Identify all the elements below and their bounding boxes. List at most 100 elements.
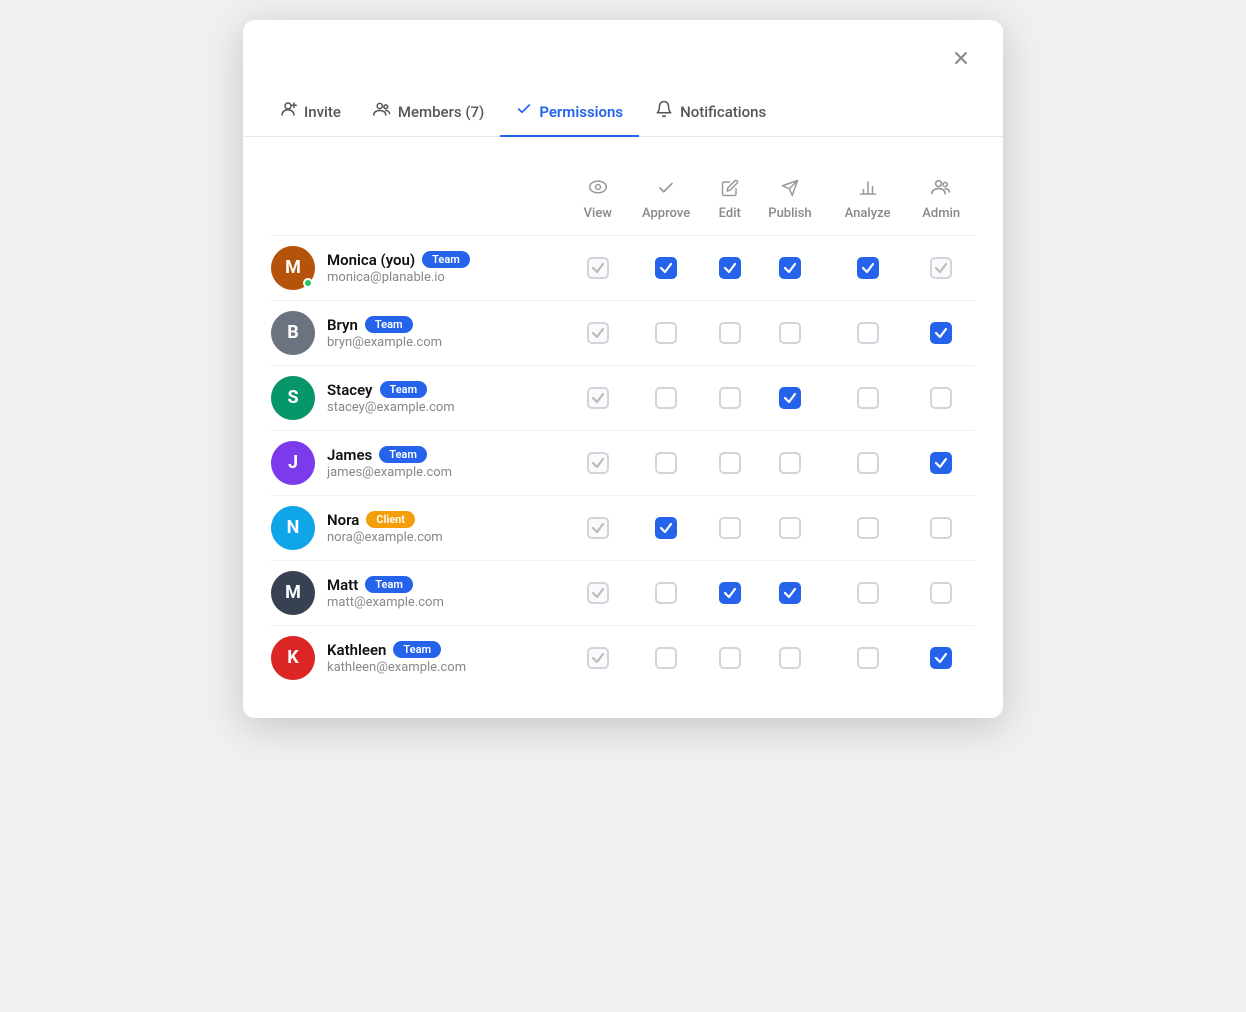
checkbox-approve[interactable] bbox=[655, 647, 677, 669]
checkbox-admin[interactable] bbox=[930, 517, 952, 539]
perm-cell-edit-1 bbox=[708, 300, 753, 365]
checkbox-admin[interactable] bbox=[930, 582, 952, 604]
col-header-admin: Admin bbox=[907, 169, 975, 236]
user-name: Monica (you) bbox=[327, 251, 415, 269]
user-details: Kathleen Team kathleen@example.com bbox=[327, 641, 466, 675]
perm-cell-publish-6 bbox=[752, 625, 828, 690]
user-name: Matt bbox=[327, 576, 358, 594]
checkbox-view bbox=[587, 257, 609, 279]
user-details: Bryn Team bryn@example.com bbox=[327, 316, 442, 350]
avatar: M bbox=[271, 246, 315, 290]
avatar-bg: N bbox=[271, 506, 315, 550]
checkbox-approve[interactable] bbox=[655, 452, 677, 474]
perm-cell-publish-2 bbox=[752, 365, 828, 430]
user-name: James bbox=[327, 446, 372, 464]
checkbox-view bbox=[587, 322, 609, 344]
checkbox-approve[interactable] bbox=[655, 387, 677, 409]
tab-label-invite: Invite bbox=[304, 103, 341, 121]
perm-cell-admin-1 bbox=[907, 300, 975, 365]
user-info-cell: S Stacey Team stacey@example.com bbox=[271, 376, 567, 420]
checkbox-analyze[interactable] bbox=[857, 517, 879, 539]
checkbox-approve[interactable] bbox=[655, 582, 677, 604]
avatar: N bbox=[271, 506, 315, 550]
checkbox-publish[interactable] bbox=[779, 452, 801, 474]
checkbox-view bbox=[587, 452, 609, 474]
col-label-admin: Admin bbox=[922, 206, 960, 221]
checkbox-view bbox=[587, 647, 609, 669]
checkbox-edit[interactable] bbox=[719, 582, 741, 604]
lock-check-icon bbox=[591, 521, 605, 535]
table-row: N Nora Client nora@example.com bbox=[271, 495, 975, 560]
perm-cell-analyze-3 bbox=[828, 430, 907, 495]
user-badge: Team bbox=[365, 576, 413, 593]
content-area: View Approve Edit Publish Analyze Admin … bbox=[243, 137, 1003, 718]
user-badge: Team bbox=[365, 316, 413, 333]
table-row: M Monica (you) Team monica@planable.io bbox=[271, 235, 975, 300]
perm-cell-admin-6 bbox=[907, 625, 975, 690]
user-details: Matt Team matt@example.com bbox=[327, 576, 444, 610]
col-label-analyze: Analyze bbox=[845, 206, 891, 221]
checkmark-icon bbox=[723, 261, 737, 275]
checkbox-publish[interactable] bbox=[779, 647, 801, 669]
checkbox-admin[interactable] bbox=[930, 387, 952, 409]
avatar: B bbox=[271, 311, 315, 355]
checkbox-edit[interactable] bbox=[719, 387, 741, 409]
header-row: View Approve Edit Publish Analyze Admin bbox=[271, 169, 975, 236]
checkbox-approve[interactable] bbox=[655, 517, 677, 539]
checkbox-publish[interactable] bbox=[779, 582, 801, 604]
lock-check-icon bbox=[591, 261, 605, 275]
checkbox-analyze[interactable] bbox=[857, 647, 879, 669]
tab-members[interactable]: Members (7) bbox=[357, 88, 500, 137]
col-label-approve: Approve bbox=[642, 206, 690, 221]
user-cell-4: N Nora Client nora@example.com bbox=[271, 495, 571, 560]
close-button[interactable] bbox=[947, 44, 975, 72]
perm-cell-analyze-4 bbox=[828, 495, 907, 560]
checkbox-analyze[interactable] bbox=[857, 322, 879, 344]
avatar: K bbox=[271, 636, 315, 680]
tab-permissions[interactable]: Permissions bbox=[500, 88, 639, 137]
tab-notifications[interactable]: Notifications bbox=[639, 88, 782, 137]
perm-cell-analyze-2 bbox=[828, 365, 907, 430]
user-name: Kathleen bbox=[327, 641, 386, 659]
checkbox-edit[interactable] bbox=[719, 647, 741, 669]
perm-cell-publish-3 bbox=[752, 430, 828, 495]
perm-cell-approve-5 bbox=[625, 560, 708, 625]
checkbox-approve[interactable] bbox=[655, 257, 677, 279]
lock-check-icon bbox=[591, 326, 605, 340]
checkbox-edit[interactable] bbox=[719, 452, 741, 474]
perm-cell-admin-4 bbox=[907, 495, 975, 560]
checkmark-icon bbox=[934, 326, 948, 340]
user-cell-2: S Stacey Team stacey@example.com bbox=[271, 365, 571, 430]
checkbox-analyze[interactable] bbox=[857, 582, 879, 604]
checkbox-analyze[interactable] bbox=[857, 257, 879, 279]
checkbox-admin[interactable] bbox=[930, 647, 952, 669]
checkbox-view bbox=[587, 582, 609, 604]
col-header-analyze: Analyze bbox=[828, 169, 907, 236]
perm-cell-edit-4 bbox=[708, 495, 753, 560]
checkbox-view bbox=[587, 387, 609, 409]
checkbox-publish[interactable] bbox=[779, 322, 801, 344]
perm-cell-view-4 bbox=[571, 495, 625, 560]
checkbox-admin[interactable] bbox=[930, 452, 952, 474]
checkbox-publish[interactable] bbox=[779, 257, 801, 279]
checkbox-analyze[interactable] bbox=[857, 387, 879, 409]
user-info-cell: K Kathleen Team kathleen@example.com bbox=[271, 636, 567, 680]
checkbox-edit[interactable] bbox=[719, 257, 741, 279]
checkbox-publish[interactable] bbox=[779, 387, 801, 409]
user-badge: Team bbox=[379, 446, 427, 463]
lock-check-icon bbox=[591, 391, 605, 405]
checkbox-admin[interactable] bbox=[930, 322, 952, 344]
checkbox-publish[interactable] bbox=[779, 517, 801, 539]
checkbox-edit[interactable] bbox=[719, 517, 741, 539]
user-info-cell: M Monica (you) Team monica@planable.io bbox=[271, 246, 567, 290]
avatar: S bbox=[271, 376, 315, 420]
perm-cell-publish-1 bbox=[752, 300, 828, 365]
checkbox-edit[interactable] bbox=[719, 322, 741, 344]
checkbox-approve[interactable] bbox=[655, 322, 677, 344]
perm-cell-admin-3 bbox=[907, 430, 975, 495]
perm-cell-approve-0 bbox=[625, 235, 708, 300]
tab-invite[interactable]: Invite bbox=[263, 88, 357, 137]
permissions-table: View Approve Edit Publish Analyze Admin … bbox=[271, 169, 975, 690]
avatar-bg: J bbox=[271, 441, 315, 485]
checkbox-analyze[interactable] bbox=[857, 452, 879, 474]
